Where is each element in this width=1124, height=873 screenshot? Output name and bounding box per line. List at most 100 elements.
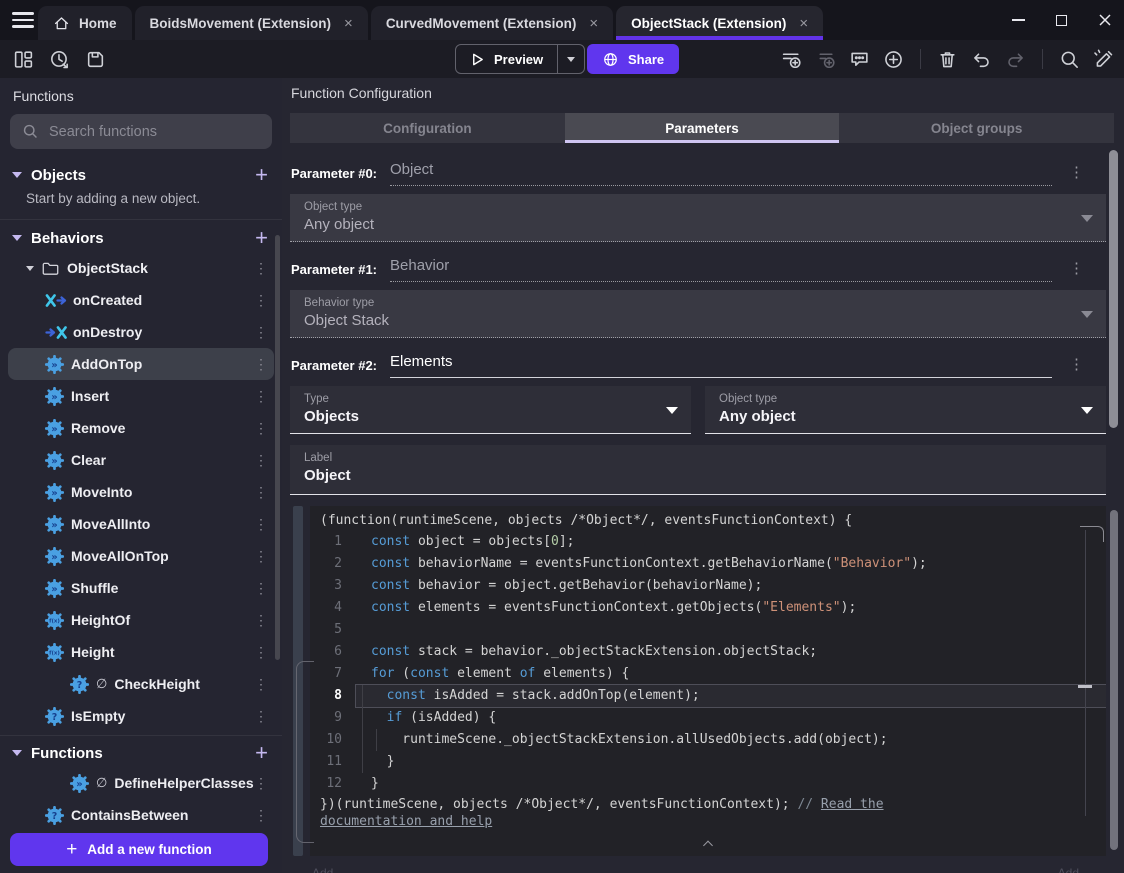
add-behavior-button[interactable]: + <box>255 227 268 249</box>
tab-close-icon[interactable]: × <box>589 16 598 31</box>
indent-guide <box>362 751 363 773</box>
edit-icon[interactable] <box>1093 49 1114 70</box>
kebab-menu-icon[interactable]: ⋮ <box>254 548 268 565</box>
sidebar-item-containsbetween[interactable]: ? ContainsBetween ⋮ <box>0 799 282 831</box>
tab-boidsmovement-extension[interactable]: BoidsMovement (Extension) × <box>134 6 368 40</box>
sidebar-item-heightof[interactable]: f(x) HeightOf ⋮ <box>0 604 282 636</box>
sidebar-item-definehelperclasses[interactable]: » ∅ DefineHelperClasses ⋮ <box>0 767 282 799</box>
code-scrollbar[interactable] <box>1110 510 1118 850</box>
preview-button[interactable]: Preview <box>456 45 557 73</box>
tab-label: CurvedMovement (Extension) <box>385 15 577 31</box>
trash-icon[interactable] <box>937 49 958 70</box>
label-field[interactable]: Label Object <box>290 445 1106 495</box>
expression-gear: f(x) <box>45 610 64 630</box>
share-button[interactable]: Share <box>587 44 680 74</box>
kebab-menu-icon[interactable]: ⋮ <box>254 356 268 373</box>
sidebar-item-oncreated[interactable]: onCreated ⋮ <box>0 284 282 316</box>
kebab-menu-icon[interactable]: ⋮ <box>1069 355 1084 373</box>
tab-curvedmovement-extension[interactable]: CurvedMovement (Extension) × <box>370 6 614 40</box>
sidebar-scrollbar[interactable] <box>275 235 280 660</box>
tab-configuration[interactable]: Configuration <box>290 113 565 143</box>
sidebar-item-isempty[interactable]: ? IsEmpty ⋮ <box>0 700 282 732</box>
kebab-menu-icon[interactable]: ⋮ <box>1069 259 1084 277</box>
menu-icon[interactable] <box>12 12 34 28</box>
kebab-menu-icon[interactable]: ⋮ <box>254 676 268 693</box>
behavior-folder-objectstack[interactable]: ObjectStack ⋮ <box>0 252 282 284</box>
item-label: MoveInto <box>71 484 133 500</box>
history-icon[interactable] <box>49 49 70 70</box>
tab-parameters[interactable]: Parameters <box>564 113 840 143</box>
add-subevent-icon[interactable] <box>815 49 836 70</box>
kebab-menu-icon[interactable]: ⋮ <box>254 644 268 661</box>
search-functions-input[interactable]: Search functions <box>10 114 272 149</box>
dropdown-arrow-icon <box>1081 215 1093 222</box>
tab-object-groups[interactable]: Object groups <box>839 113 1114 143</box>
kebab-menu-icon[interactable]: ⋮ <box>254 516 268 533</box>
section-behaviors[interactable]: Behaviors + <box>0 224 282 252</box>
save-icon[interactable] <box>85 49 106 70</box>
kebab-menu-icon[interactable]: ⋮ <box>254 292 268 309</box>
kebab-menu-icon[interactable]: ⋮ <box>254 484 268 501</box>
preview-options-button[interactable] <box>558 45 584 73</box>
object-type-select[interactable]: Object type Any object <box>290 194 1106 242</box>
search-icon[interactable] <box>1059 49 1080 70</box>
tab-objectstack-extension[interactable]: ObjectStack (Extension) × <box>616 6 824 40</box>
section-objects[interactable]: Objects + <box>0 161 282 189</box>
layout-icon[interactable] <box>13 49 34 70</box>
sidebar-item-moveallontop[interactable]: » MoveAllOnTop ⋮ <box>0 540 282 572</box>
sidebar-item-insert[interactable]: » Insert ⋮ <box>0 380 282 412</box>
sidebar-item-shuffle[interactable]: » Shuffle ⋮ <box>0 572 282 604</box>
item-label: HeightOf <box>71 612 131 628</box>
comment-icon[interactable] <box>849 49 870 70</box>
parameter-name-input[interactable]: Elements <box>390 353 1052 378</box>
kebab-menu-icon[interactable]: ⋮ <box>1069 163 1084 181</box>
tab-home[interactable]: Home <box>38 6 132 40</box>
editor-tabs: Home BoidsMovement (Extension) × CurvedMove… <box>38 6 824 40</box>
kebab-menu-icon[interactable]: ⋮ <box>254 775 268 792</box>
tab-close-icon[interactable]: × <box>344 16 353 31</box>
kebab-menu-icon[interactable]: ⋮ <box>254 708 268 725</box>
svg-text:»: » <box>51 551 57 562</box>
sidebar-item-ondestroy[interactable]: onDestroy ⋮ <box>0 316 282 348</box>
kebab-menu-icon[interactable]: ⋮ <box>254 580 268 597</box>
add-free-function-button[interactable]: + <box>255 742 268 764</box>
kebab-menu-icon[interactable]: ⋮ <box>254 388 268 405</box>
parameter-name-input[interactable]: Object <box>390 161 1052 186</box>
redo-icon[interactable] <box>1005 49 1026 70</box>
kebab-menu-icon[interactable]: ⋮ <box>254 452 268 469</box>
type-select[interactable]: Type Objects <box>290 386 691 434</box>
event-drag-handle[interactable] <box>293 506 303 856</box>
svg-text:»: » <box>51 359 57 370</box>
indent-guide <box>376 729 377 751</box>
sidebar-item-height[interactable]: f(x) Height ⋮ <box>0 636 282 668</box>
sidebar-item-moveinto[interactable]: » MoveInto ⋮ <box>0 476 282 508</box>
object-type-select[interactable]: Object type Any object <box>705 386 1106 434</box>
main-scrollbar[interactable] <box>1109 150 1118 428</box>
js-code-editor[interactable]: (function(runtimeScene, objects /*Object… <box>310 506 1106 856</box>
behavior-type-select[interactable]: Behavior type Object Stack <box>290 290 1106 338</box>
lifecycle-created <box>45 293 69 308</box>
minimize-button[interactable] <box>1012 19 1025 21</box>
svg-text:f(x): f(x) <box>49 618 60 624</box>
sidebar-item-remove[interactable]: » Remove ⋮ <box>0 412 282 444</box>
parameter-name-input[interactable]: Behavior <box>390 257 1052 282</box>
kebab-menu-icon[interactable]: ⋮ <box>254 420 268 437</box>
collapse-code-icon[interactable] <box>703 840 713 851</box>
kebab-menu-icon[interactable]: ⋮ <box>254 260 268 277</box>
add-object-button[interactable]: + <box>255 164 268 186</box>
add-circle-icon[interactable] <box>883 49 904 70</box>
close-window-button[interactable] <box>1098 13 1112 27</box>
section-functions[interactable]: Functions + <box>0 739 282 767</box>
sidebar-item-moveallinto[interactable]: » MoveAllInto ⋮ <box>0 508 282 540</box>
tab-close-icon[interactable]: × <box>799 16 808 31</box>
maximize-button[interactable] <box>1056 14 1067 26</box>
sidebar-item-addontop[interactable]: » AddOnTop ⋮ <box>8 348 274 380</box>
kebab-menu-icon[interactable]: ⋮ <box>254 612 268 629</box>
add-event-icon[interactable] <box>781 49 802 70</box>
sidebar-item-clear[interactable]: » Clear ⋮ <box>0 444 282 476</box>
undo-icon[interactable] <box>971 49 992 70</box>
sidebar-item-checkheight[interactable]: ? ∅ CheckHeight ⋮ <box>0 668 282 700</box>
add-new-function-button[interactable]: + Add a new function <box>10 833 268 866</box>
kebab-menu-icon[interactable]: ⋮ <box>254 807 268 824</box>
kebab-menu-icon[interactable]: ⋮ <box>254 324 268 341</box>
